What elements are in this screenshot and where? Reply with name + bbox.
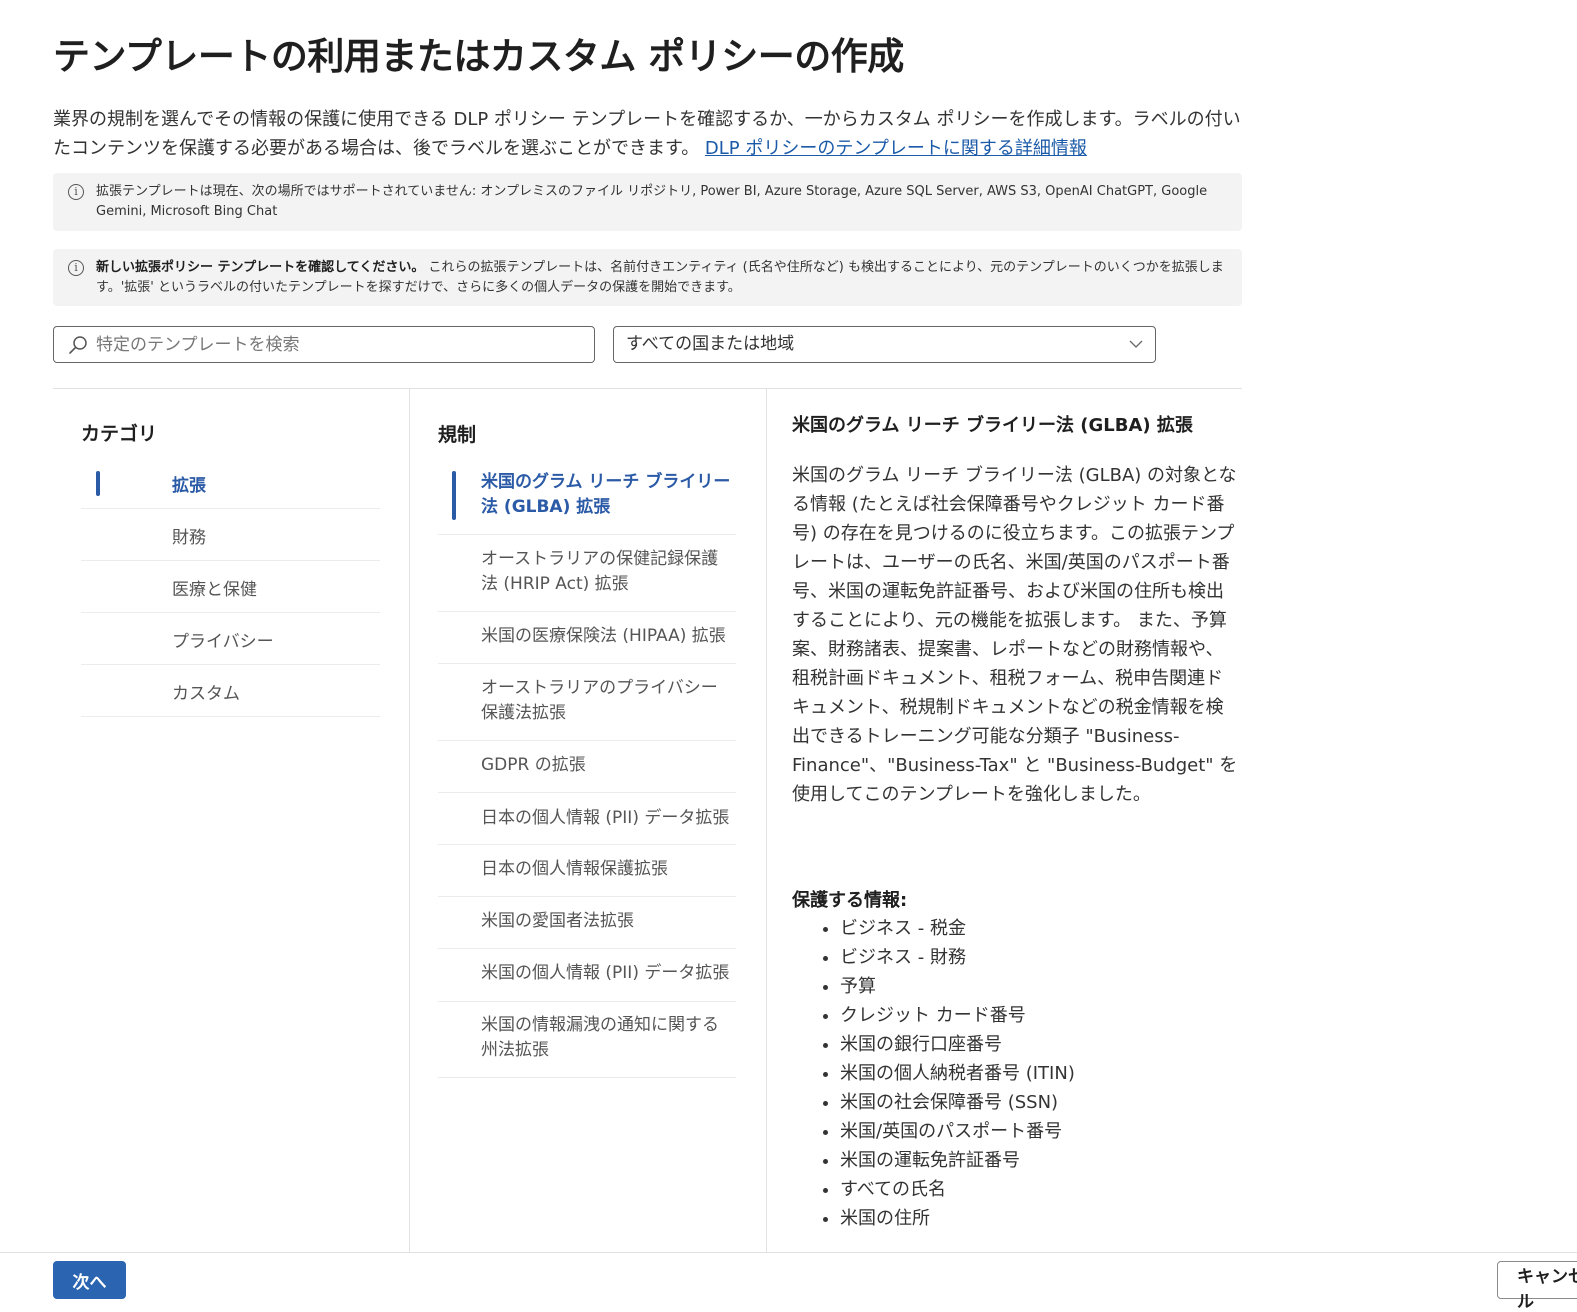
protected-info-item: クレジット カード番号 [840, 1001, 1075, 1030]
category-label: プライバシー [172, 632, 274, 652]
regulation-label: GDPR の拡張 [481, 755, 586, 775]
protected-info-list: ビジネス - 税金 ビジネス - 財務 予算 クレジット カード番号 米国の銀行… [792, 914, 1075, 1233]
category-selection-indicator [96, 471, 100, 496]
protected-info-item: 米国の社会保障番号 (SSN) [840, 1088, 1075, 1117]
regulation-item[interactable]: 米国の情報漏洩の通知に関する州法拡張 [438, 1002, 736, 1078]
next-button[interactable]: 次へ [53, 1261, 126, 1299]
regulation-label: 米国のグラム リーチ ブライリー法 (GLBA) 拡張 [481, 472, 731, 517]
info-icon: i [68, 184, 84, 200]
detail-description: 米国のグラム リーチ ブライリー法 (GLBA) の対象となる情報 (たとえば社… [792, 465, 1238, 805]
regulation-item[interactable]: オーストラリアの保健記録保護法 (HRIP Act) 拡張 [438, 535, 736, 612]
footer-divider [0, 1252, 1577, 1253]
notice-text: 拡張テンプレートは現在、次の場所ではサポートされていません: オンプレミスのファ… [96, 184, 1208, 219]
regulation-label: オーストラリアの保健記録保護法 (HRIP Act) 拡張 [481, 549, 719, 594]
category-label: 財務 [172, 528, 206, 548]
regulation-label: 米国の情報漏洩の通知に関する州法拡張 [481, 1015, 719, 1060]
regulation-label: 米国の愛国者法拡張 [481, 911, 634, 931]
notice-bold-text: 新しい拡張ポリシー テンプレートを確認してください。 [96, 260, 425, 275]
protected-info-item: 予算 [840, 972, 1075, 1001]
category-item-extended[interactable]: 拡張 [81, 457, 380, 509]
detail-title: 米国のグラム リーチ ブライリー法 (GLBA) 拡張 [792, 415, 1193, 436]
protected-info-item: ビジネス - 税金 [840, 914, 1075, 943]
chevron-down-icon [1129, 340, 1143, 348]
learn-more-link[interactable]: DLP ポリシーのテンプレートに関する詳細情報 [705, 138, 1087, 159]
info-icon: i [68, 260, 84, 276]
category-item-medical[interactable]: 医療と保健 [81, 561, 380, 613]
search-icon [69, 336, 87, 354]
page-title: テンプレートの利用またはカスタム ポリシーの作成 [53, 35, 904, 78]
region-dropdown[interactable]: すべての国または地域 [613, 326, 1156, 363]
regulation-item[interactable]: 米国の医療保険法 (HIPAA) 拡張 [438, 612, 736, 664]
regulation-selection-indicator [452, 471, 456, 520]
regulations-header: 規制 [438, 424, 477, 446]
regulation-item[interactable]: オーストラリアのプライバシー保護法拡張 [438, 664, 736, 741]
regulation-item[interactable]: 日本の個人情報保護拡張 [438, 845, 736, 897]
regulation-item[interactable]: 日本の個人情報 (PII) データ拡張 [438, 793, 736, 845]
new-templates-notice: i 新しい拡張ポリシー テンプレートを確認してください。 これらの拡張テンプレー… [53, 249, 1242, 306]
protected-info-item: 米国の個人納税者番号 (ITIN) [840, 1059, 1075, 1088]
regulation-label: 日本の個人情報 (PII) データ拡張 [481, 808, 730, 828]
category-label: カスタム [172, 684, 240, 704]
column-divider [766, 389, 767, 1252]
category-item-finance[interactable]: 財務 [81, 509, 380, 561]
protected-info-item: 米国の住所 [840, 1204, 1075, 1233]
protected-info-item: すべての氏名 [840, 1175, 1075, 1204]
protected-info-item: 米国の運転免許証番号 [840, 1146, 1075, 1175]
search-input[interactable] [96, 327, 576, 362]
regulation-item[interactable]: 米国の個人情報 (PII) データ拡張 [438, 949, 736, 1002]
cancel-button[interactable]: キャンセル [1497, 1261, 1577, 1312]
protected-info-item: 米国の銀行口座番号 [840, 1030, 1075, 1059]
region-dropdown-value: すべての国または地域 [626, 334, 795, 354]
regulation-item[interactable]: 米国のグラム リーチ ブライリー法 (GLBA) 拡張 [438, 459, 736, 535]
protected-info-item: 米国/英国のパスポート番号 [840, 1117, 1075, 1146]
regulation-item[interactable]: 米国の愛国者法拡張 [438, 897, 736, 949]
protected-info-header: 保護する情報: [792, 890, 908, 911]
category-item-privacy[interactable]: プライバシー [81, 613, 380, 665]
column-divider [409, 389, 410, 1252]
template-search-box[interactable] [53, 326, 595, 363]
regulation-label: 日本の個人情報保護拡張 [481, 859, 668, 879]
unsupported-locations-notice: i 拡張テンプレートは現在、次の場所ではサポートされていません: オンプレミスの… [53, 173, 1242, 231]
regulation-label: 米国の医療保険法 (HIPAA) 拡張 [481, 626, 726, 646]
section-divider [53, 388, 1242, 389]
category-item-custom[interactable]: カスタム [81, 665, 380, 717]
protected-info-item: ビジネス - 財務 [840, 943, 1075, 972]
category-label: 医療と保健 [172, 580, 257, 600]
intro-text: 業界の規制を選んでその情報の保護に使用できる DLP ポリシー テンプレートを確… [53, 105, 1243, 163]
categories-header: カテゴリ [81, 423, 158, 445]
category-label: 拡張 [172, 476, 206, 496]
regulation-label: オーストラリアのプライバシー保護法拡張 [481, 678, 718, 723]
regulation-item[interactable]: GDPR の拡張 [438, 741, 736, 793]
regulation-label: 米国の個人情報 (PII) データ拡張 [481, 963, 730, 983]
